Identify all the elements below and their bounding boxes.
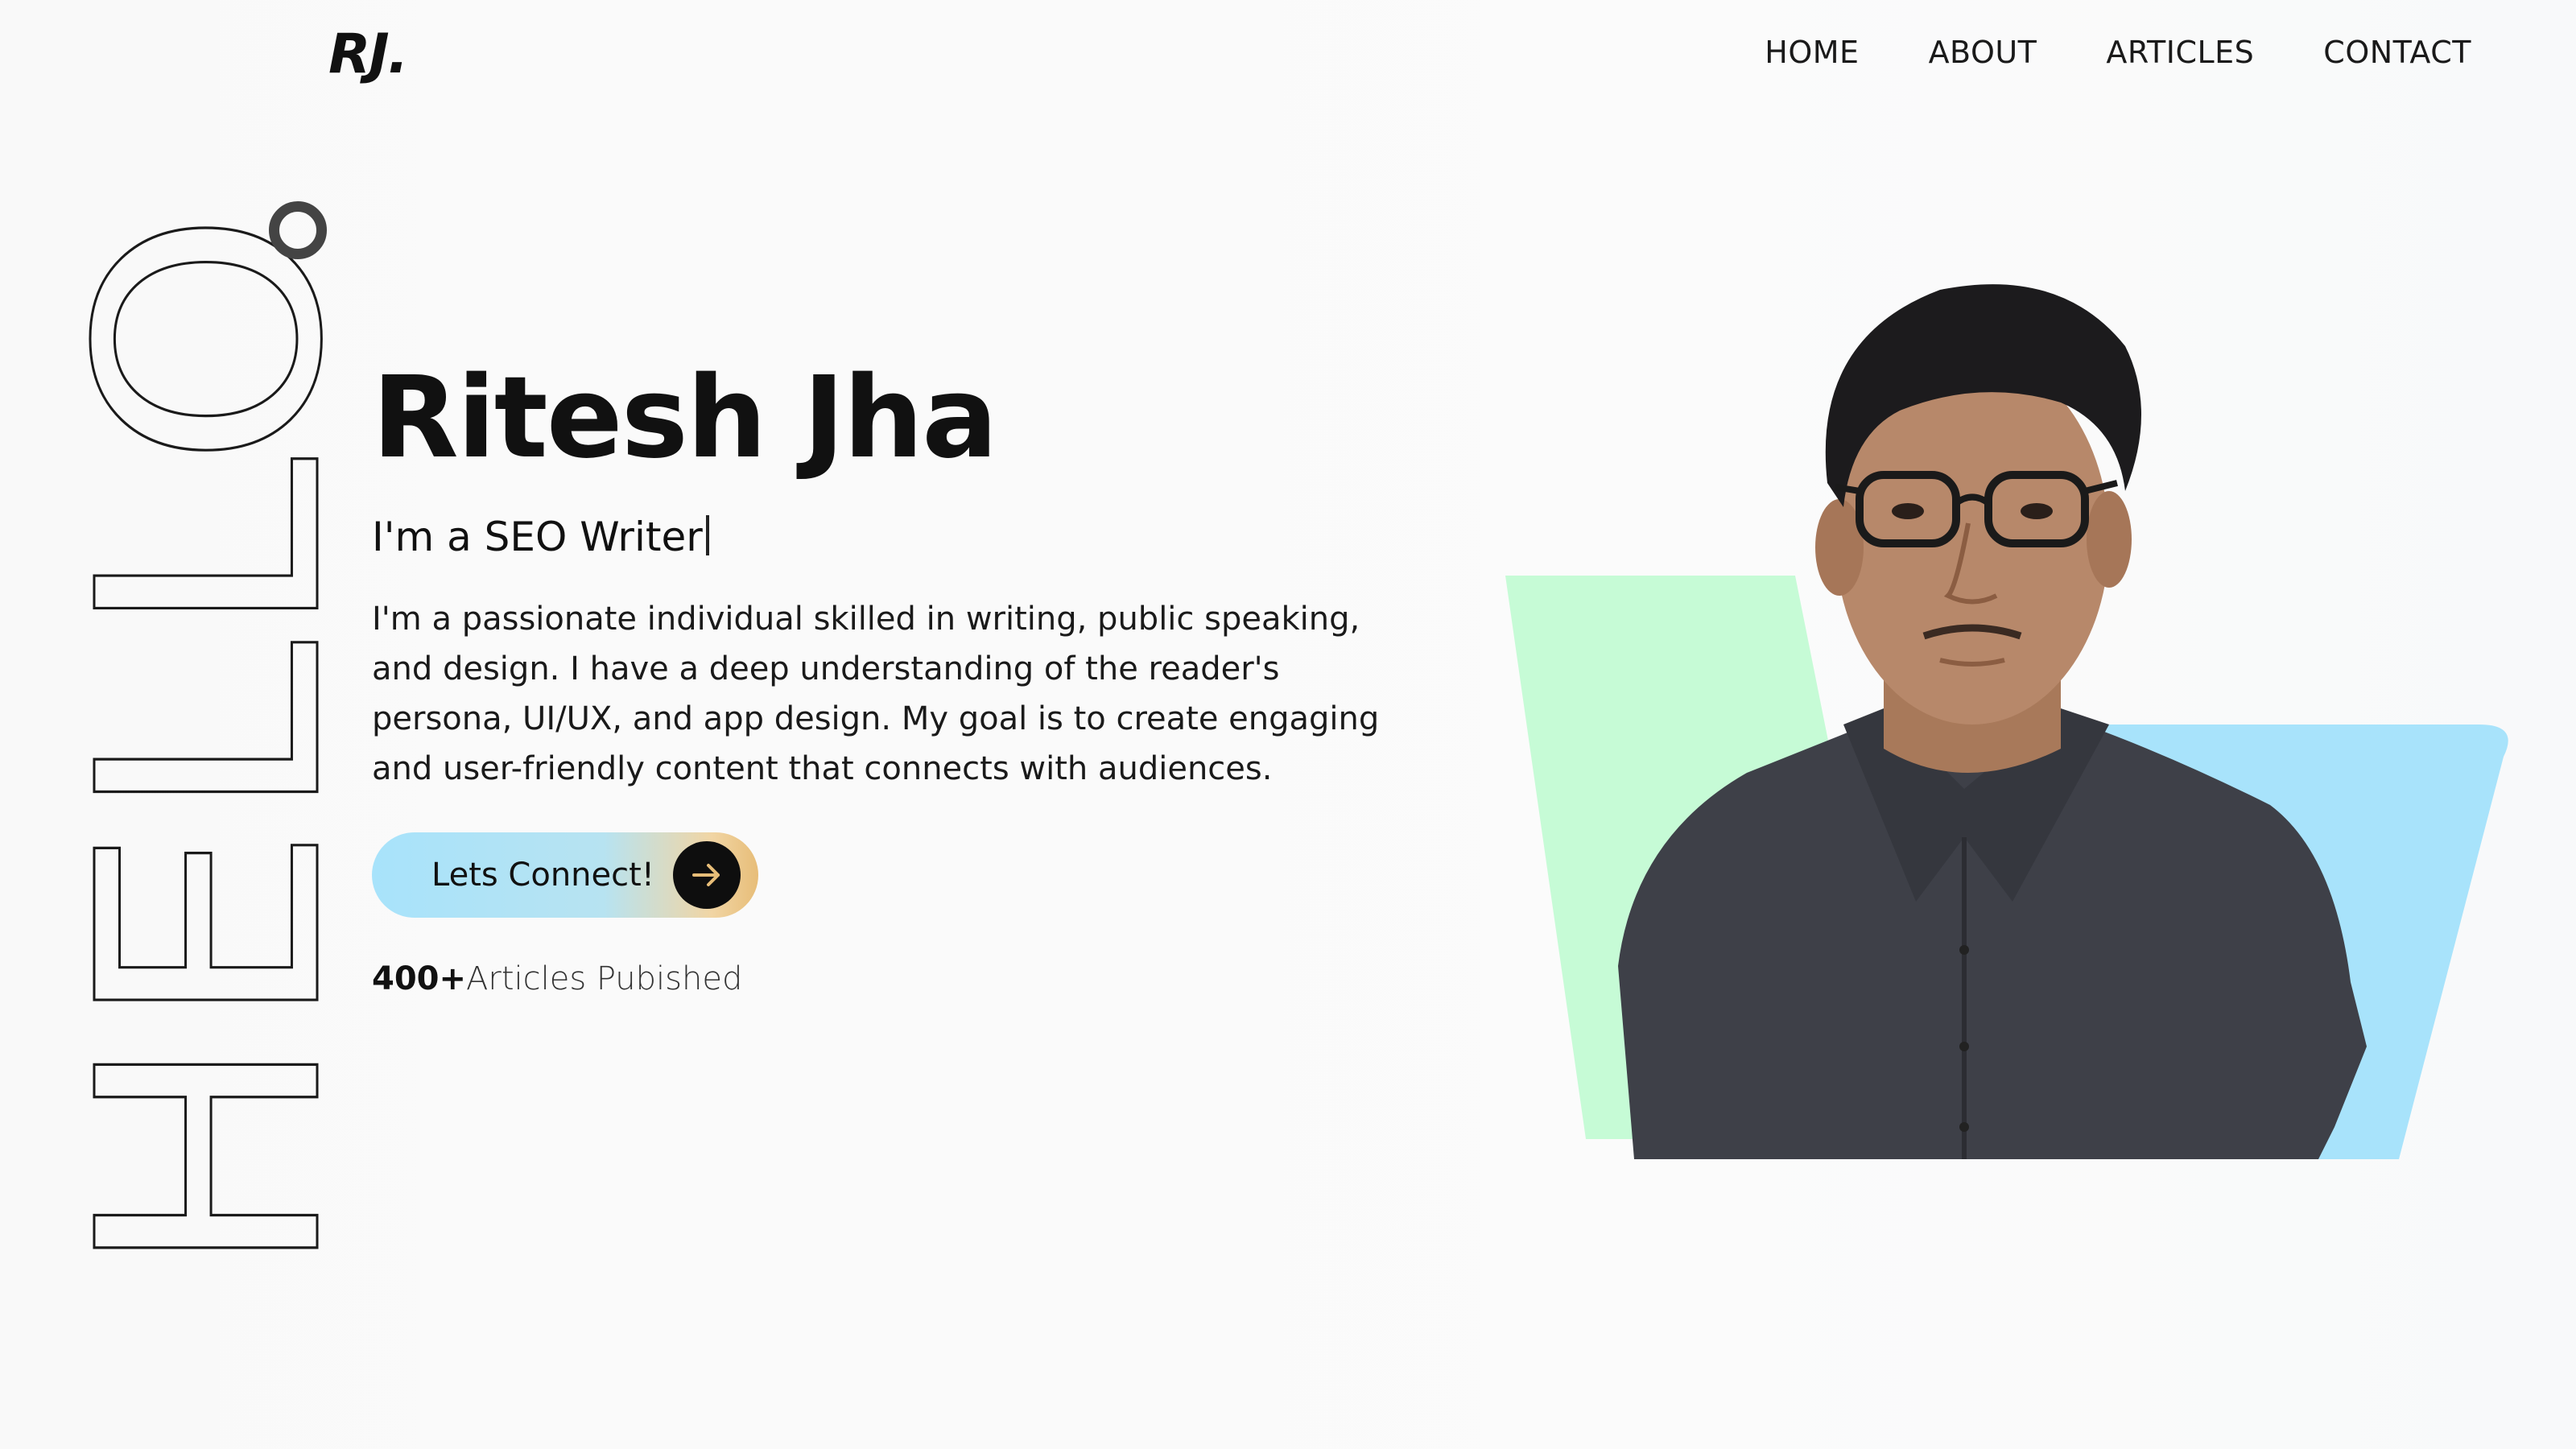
nav-home-link[interactable]: HOME — [1765, 37, 1859, 68]
nav-contact-link[interactable]: CONTACT — [2323, 37, 2471, 68]
hero-role-text: I'm a SEO Writer — [372, 514, 703, 560]
typing-caret — [705, 515, 709, 555]
lets-connect-button[interactable]: Lets Connect! — [372, 832, 758, 918]
articles-count: 400+ — [372, 960, 467, 997]
hero-description: I'm a passionate individual skilled in w… — [372, 601, 1380, 787]
site-logo[interactable]: RJ. — [328, 27, 408, 82]
hello-decor: HELLO — [76, 193, 333, 1288]
nav-about-link[interactable]: ABOUT — [1929, 37, 2037, 68]
lets-connect-label: Lets Connect! — [431, 857, 654, 894]
hero-role: I'm a SEO Writer — [372, 515, 709, 557]
hello-dot-ring — [269, 201, 327, 259]
articles-stat: 400+Articles Pubished — [372, 963, 742, 995]
arrow-right-icon — [673, 841, 741, 909]
main-nav: HOME ABOUT ARTICLES CONTACT — [1765, 37, 2471, 68]
hello-outline-text: HELLO — [76, 209, 333, 1280]
nav-articles-link[interactable]: ARTICLES — [2106, 37, 2254, 68]
articles-count-label: Articles Pubished — [466, 960, 743, 997]
page: RJ. HOME ABOUT ARTICLES CONTACT HELLO Ri… — [0, 0, 2576, 1449]
profile-photo — [1562, 274, 2431, 1159]
hero-name: Ritesh Jha — [372, 353, 998, 484]
